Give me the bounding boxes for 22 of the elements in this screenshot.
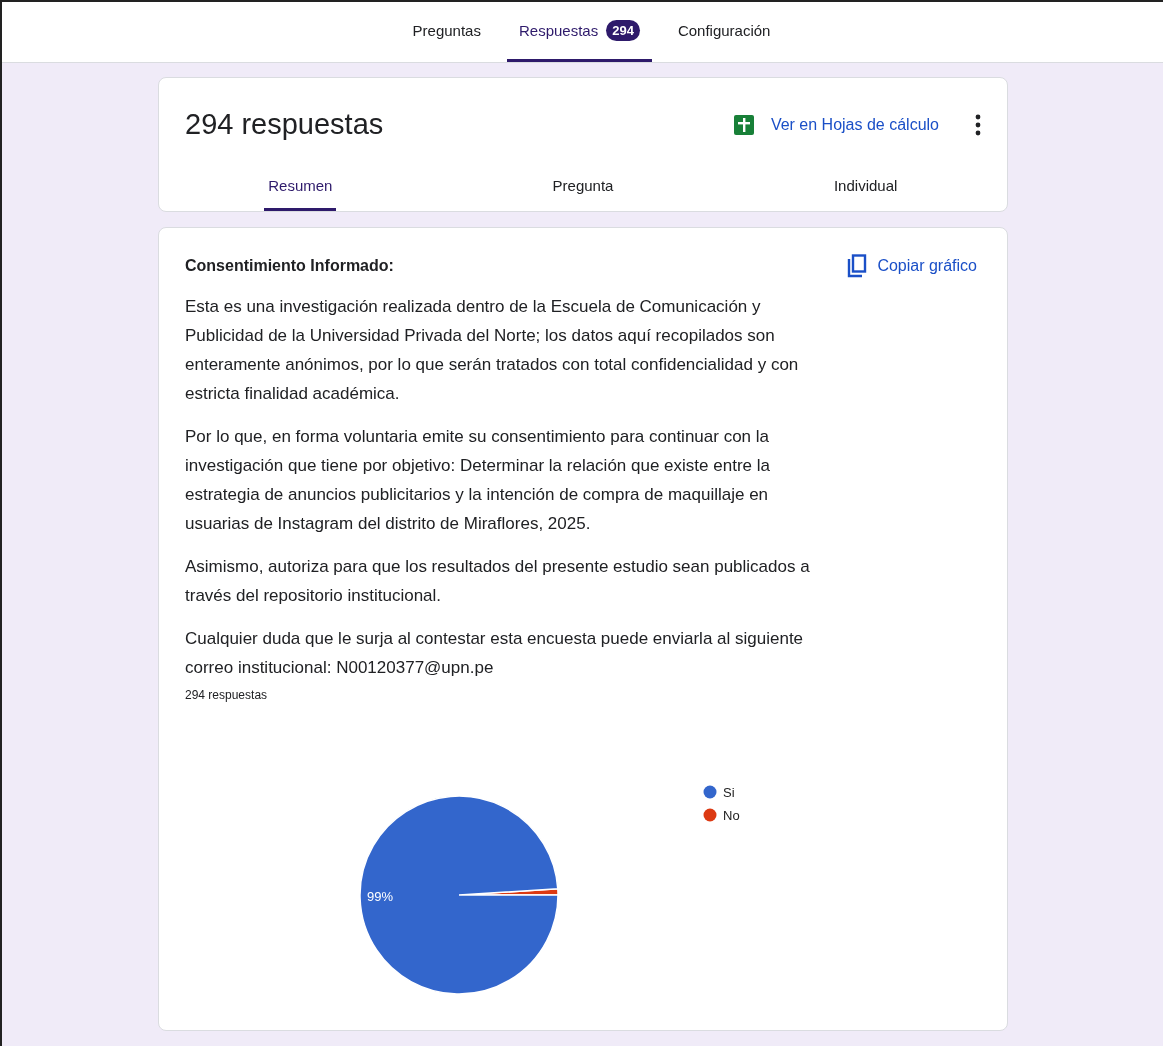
description-paragraph: Asimismo, autoriza para que los resultados del presente estudio sean publicados a través del repositorio institucional. (185, 556, 811, 607)
tab[interactable]: Configuración (665, 2, 783, 62)
legend-label: No (723, 808, 740, 823)
copy-chart-button[interactable]: Copiar gráfico (847, 254, 977, 278)
description-paragraph: Cualquier duda que le surja al contestar esta encuesta puede enviarla al siguiente correo institucional: N00120377@upn.pe (185, 628, 805, 679)
tab[interactable]: Respuestas 294 (506, 2, 652, 62)
response-count: 294 respuestas (185, 688, 269, 702)
description-paragraph: Por lo que, en forma voluntaria emite su consentimiento para continuar con la investigación que tiene por objetivo: Determinar la relación que existe entre la estrategia de anuncios publicitarios y la intención de compra de maquillaje en usuarias de Instagram del distrito de Miraflores, 2025. (185, 426, 771, 535)
copy-icon (847, 254, 868, 278)
tab[interactable]: Resumen (264, 171, 337, 211)
tab[interactable]: Preguntas (400, 2, 493, 62)
question-title: Consentimiento Informado: (185, 257, 394, 275)
count-badge: 294 (606, 20, 640, 41)
sheets-link[interactable]: Ver en Hojas de cálculo (733, 114, 939, 135)
legend-label: Si (723, 785, 735, 800)
tab[interactable]: Individual (829, 171, 902, 211)
description-paragraph: Esta es una investigación realizada dentro de la Escuela de Comunicación y Publicidad de la Universidad Privada del Norte; los datos aquí recopilados son enteramente anónimos, por lo que serán tratados con total confidencialidad y con estricta finalidad académica. (185, 296, 800, 405)
responses-title: 294 respuestas (185, 108, 385, 141)
more-options-icon[interactable] (975, 113, 981, 136)
tab[interactable]: Pregunta (548, 171, 618, 211)
spreadsheet-icon (733, 114, 754, 135)
percent-label: 99% (367, 889, 394, 904)
